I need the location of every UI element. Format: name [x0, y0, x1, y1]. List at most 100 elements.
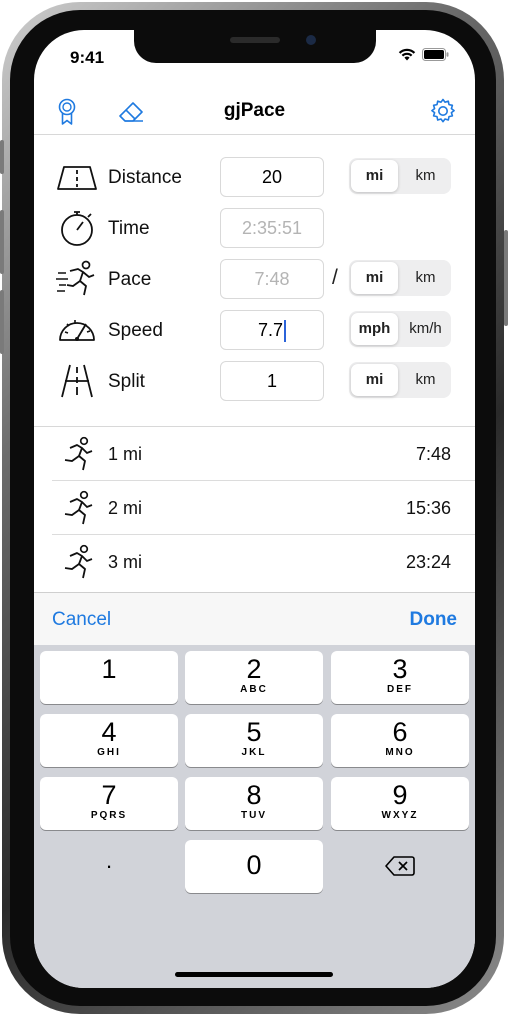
- pace-unit-km[interactable]: km: [402, 262, 449, 294]
- text-cursor: [284, 320, 287, 343]
- status-time: 9:41: [70, 48, 105, 67]
- runner-icon: [64, 490, 93, 525]
- cancel-button[interactable]: Cancel: [52, 609, 111, 631]
- key-digit: 0: [246, 850, 262, 880]
- battery-icon: [422, 48, 449, 61]
- key-8[interactable]: 8 TUV: [185, 777, 323, 830]
- keyboard-toolbar: Cancel Done: [34, 592, 475, 646]
- split-unit-segment[interactable]: mi km: [349, 362, 451, 398]
- distance-unit-km[interactable]: km: [402, 160, 449, 192]
- split-time: 23:24: [405, 552, 451, 572]
- key-5[interactable]: 5 JKL: [185, 714, 323, 767]
- pace-field[interactable]: 7:48: [220, 259, 324, 299]
- key-digit: 4: [101, 717, 117, 747]
- key-9[interactable]: 9 WXYZ: [331, 777, 469, 830]
- speed-unit-segment[interactable]: mph km/h: [349, 311, 451, 347]
- split-label: Split: [108, 371, 145, 392]
- speed-row: Speed 7.7 mph km/h: [34, 307, 475, 353]
- key-6[interactable]: 6 MNO: [331, 714, 469, 767]
- time-field[interactable]: 2:35:51: [220, 208, 324, 248]
- power-button: [504, 230, 508, 326]
- key-letters: PQRS: [90, 810, 128, 821]
- wifi-icon: [398, 48, 416, 61]
- distance-unit-mi[interactable]: mi: [351, 160, 398, 192]
- volume-down-button: [0, 290, 4, 354]
- decimal-symbol: .: [105, 848, 113, 873]
- nav-bar: gjPace: [34, 90, 475, 135]
- split-list-item[interactable]: 1 mi 7:48: [34, 427, 475, 481]
- status-icons: [398, 48, 449, 61]
- split-unit-km[interactable]: km: [402, 364, 449, 396]
- key-digit: 6: [392, 717, 408, 747]
- speed-label: Speed: [108, 320, 163, 341]
- notch: [134, 30, 376, 63]
- key-7[interactable]: 7 PQRS: [40, 777, 178, 830]
- distance-field[interactable]: 20: [220, 157, 324, 197]
- time-placeholder: 2:35:51: [241, 218, 303, 238]
- key-letters: WXYZ: [381, 810, 419, 821]
- split-time: 15:36: [405, 498, 451, 518]
- split-row: Split 1 mi km: [34, 358, 475, 404]
- key-letters: GHI: [97, 747, 121, 758]
- split-list-item[interactable]: 2 mi 15:36: [34, 481, 475, 535]
- split-field[interactable]: 1: [220, 361, 324, 401]
- mute-switch: [0, 140, 4, 174]
- key-digit: 1: [101, 654, 117, 684]
- running-man-icon: [56, 260, 95, 296]
- key-letters: DEF: [387, 684, 413, 695]
- key-3[interactable]: 3 DEF: [331, 651, 469, 704]
- number-pad: 1 2 ABC 3 DEF 4 GHI 5 JKL 6 MNO 7 PQRS 8 TUV 9W…: [34, 645, 475, 988]
- key-digit: 9: [392, 780, 408, 810]
- done-button[interactable]: Done: [410, 609, 458, 631]
- split-distance: 2 mi: [108, 498, 143, 518]
- distance-label: Distance: [108, 167, 182, 188]
- pace-unit-segment[interactable]: mi km: [349, 260, 451, 296]
- delete-key[interactable]: [331, 840, 469, 893]
- earpiece-speaker: [230, 37, 280, 43]
- pace-unit-mi[interactable]: mi: [351, 262, 398, 294]
- key-0[interactable]: 0: [185, 840, 323, 893]
- pace-label: Pace: [108, 269, 152, 290]
- split-distance: 3 mi: [108, 552, 143, 572]
- speed-field[interactable]: 7.7: [220, 310, 324, 350]
- road-distance-icon: [57, 166, 97, 190]
- backspace-icon: [385, 856, 415, 876]
- distance-unit-segment[interactable]: mi km: [349, 158, 451, 194]
- screen: 9:41 gjPace Distance 20 mi km Time 2:35:…: [34, 30, 475, 988]
- distance-value: 20: [261, 167, 283, 187]
- distance-row: Distance 20 mi km: [34, 154, 475, 200]
- split-distance: 1 mi: [108, 444, 143, 464]
- speed-unit-kmh[interactable]: km/h: [402, 313, 449, 345]
- front-camera: [306, 35, 316, 45]
- highway-icon: [61, 364, 93, 398]
- split-list-item[interactable]: 3 mi 23:24: [34, 535, 475, 589]
- home-indicator[interactable]: [175, 972, 333, 977]
- key-letters: ABC: [240, 684, 268, 695]
- key-letters: JKL: [241, 747, 267, 758]
- time-row: Time 2:35:51: [34, 205, 475, 251]
- key-letters: MNO: [385, 747, 415, 758]
- key-digit: 7: [101, 780, 117, 810]
- key-4[interactable]: 4 GHI: [40, 714, 178, 767]
- speed-unit-mph[interactable]: mph: [351, 313, 398, 345]
- stopwatch-icon: [61, 211, 93, 246]
- split-unit-mi[interactable]: mi: [351, 364, 398, 396]
- runner-icon: [64, 544, 93, 579]
- split-time: 7:48: [415, 444, 451, 464]
- split-value: 1: [266, 371, 277, 391]
- app-title: gjPace: [223, 100, 286, 121]
- pace-placeholder: 7:48: [254, 269, 290, 289]
- settings-gear-icon[interactable]: [428, 96, 458, 126]
- key-1[interactable]: 1: [40, 651, 178, 704]
- key-digit: 2: [246, 654, 262, 684]
- key-digit: 8: [246, 780, 262, 810]
- key-letters: TUV: [241, 810, 267, 821]
- speed-value: 7.7: [257, 320, 284, 340]
- time-label: Time: [108, 218, 150, 239]
- decimal-key[interactable]: .: [40, 840, 178, 893]
- pace-per-separator: /: [332, 266, 338, 289]
- pace-row: Pace 7:48 / mi km: [34, 256, 475, 302]
- key-digit: 3: [392, 654, 408, 684]
- key-2[interactable]: 2 ABC: [185, 651, 323, 704]
- volume-up-button: [0, 210, 4, 274]
